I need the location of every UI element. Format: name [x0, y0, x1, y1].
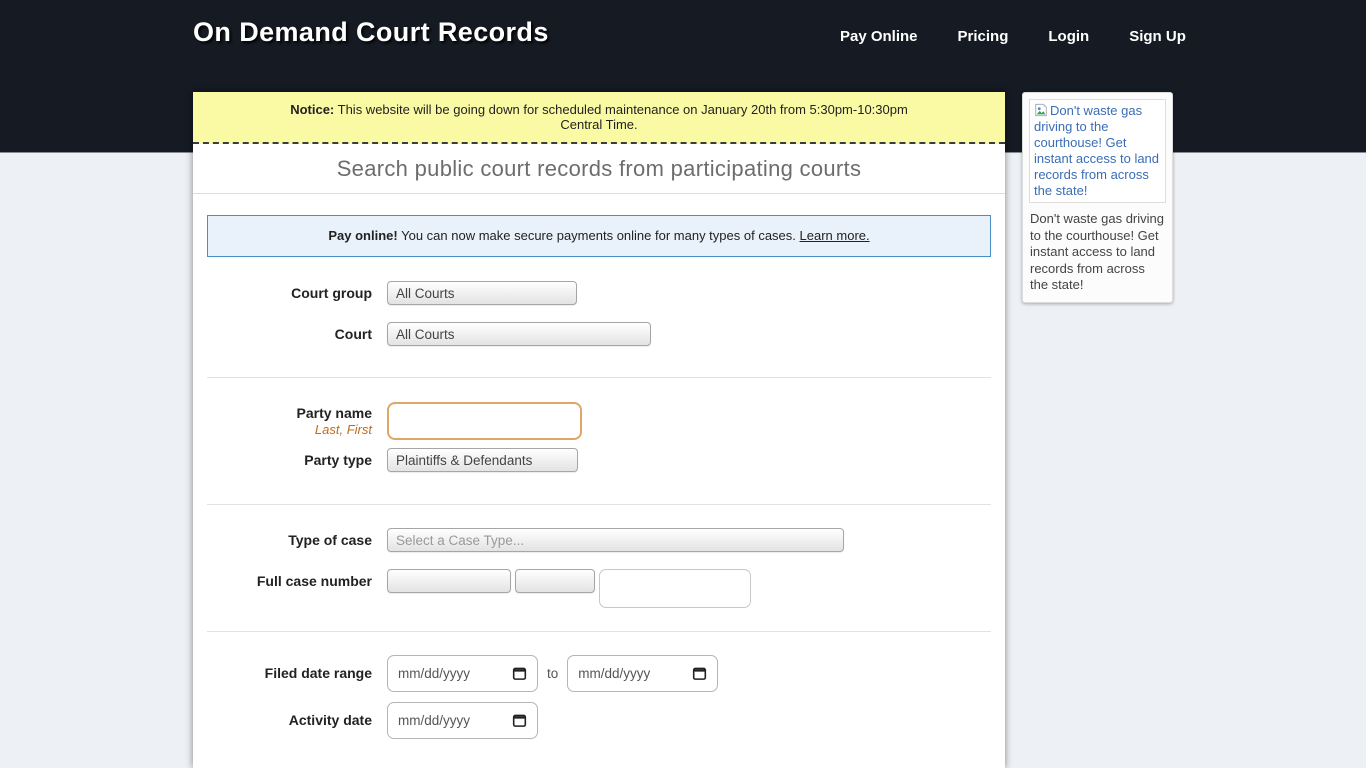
activity-date-input[interactable]: mm/dd/yyyy — [387, 702, 538, 739]
filed-date-to-input[interactable]: mm/dd/yyyy — [567, 655, 718, 692]
pay-online-text: You can now make secure payments online … — [401, 228, 796, 243]
form-row-full-case-number: Full case number — [207, 569, 991, 608]
case-number-part3-input[interactable] — [599, 569, 751, 608]
section-divider — [207, 631, 991, 632]
form-row-party-name: Party name Last, First — [207, 402, 991, 440]
filed-date-range-label: Filed date range — [207, 666, 372, 681]
calendar-icon[interactable] — [512, 713, 527, 728]
calendar-icon[interactable] — [692, 666, 707, 681]
form-row-type-of-case: Type of case Select a Case Type... — [207, 528, 991, 552]
case-number-part1-select[interactable] — [387, 569, 511, 593]
form-row-activity-date: Activity date mm/dd/yyyy — [207, 702, 991, 739]
court-group-label: Court group — [207, 281, 372, 305]
activity-date-label: Activity date — [207, 713, 372, 728]
page-title: Search public court records from partici… — [203, 156, 995, 182]
nav-sign-up[interactable]: Sign Up — [1129, 28, 1186, 45]
form-row-court-group: Court group All Courts — [207, 281, 991, 305]
pay-online-banner: Pay online! You can now make secure paym… — [207, 215, 991, 257]
case-number-part2-select[interactable] — [515, 569, 595, 593]
main-card: Notice: This website will be going down … — [193, 92, 1005, 768]
maintenance-notice: Notice: This website will be going down … — [193, 92, 1005, 144]
header-nav: Pay Online Pricing Login Sign Up — [840, 28, 1186, 45]
ad-caption: Don't waste gas driving to the courthous… — [1029, 211, 1166, 296]
party-type-label: Party type — [207, 448, 372, 472]
brand-title: On Demand Court Records — [193, 17, 549, 48]
court-label: Court — [207, 322, 372, 346]
form-row-party-type: Party type Plaintiffs & Defendants — [207, 448, 991, 472]
case-type-select[interactable]: Select a Case Type... — [387, 528, 844, 552]
pay-online-label: Pay online! — [328, 228, 397, 243]
full-case-number-label: Full case number — [207, 569, 372, 593]
section-divider — [207, 377, 991, 378]
calendar-icon[interactable] — [512, 666, 527, 681]
title-section: Search public court records from partici… — [193, 144, 1005, 194]
search-form: Pay online! You can now make secure paym… — [193, 215, 1005, 739]
party-type-select[interactable]: Plaintiffs & Defendants — [387, 448, 578, 472]
party-name-input[interactable] — [387, 402, 582, 440]
party-name-label: Party name Last, First — [207, 406, 372, 437]
party-name-hint: Last, First — [207, 422, 372, 437]
learn-more-link[interactable]: Learn more. — [800, 228, 870, 243]
nav-pricing[interactable]: Pricing — [958, 28, 1009, 45]
filed-date-from-input[interactable]: mm/dd/yyyy — [387, 655, 538, 692]
court-group-select[interactable]: All Courts — [387, 281, 577, 305]
type-of-case-label: Type of case — [207, 528, 372, 552]
date-range-separator: to — [547, 666, 558, 681]
section-divider — [207, 504, 991, 505]
maintenance-notice-text: Notice: This website will be going down … — [287, 102, 912, 132]
broken-image-icon — [1034, 103, 1048, 117]
sidebar-ad: Don't waste gas driving to the courthous… — [1022, 92, 1173, 303]
form-row-court: Court All Courts — [207, 322, 991, 346]
nav-pay-online[interactable]: Pay Online — [840, 28, 918, 45]
form-row-filed-date-range: Filed date range mm/dd/yyyy to mm/dd/yyy… — [207, 655, 991, 692]
court-select[interactable]: All Courts — [387, 322, 651, 346]
notice-label: Notice: — [290, 102, 334, 117]
nav-login[interactable]: Login — [1048, 28, 1089, 45]
ad-alt-text: Don't waste gas driving to the courthous… — [1034, 103, 1159, 198]
ad-broken-image-link[interactable]: Don't waste gas driving to the courthous… — [1029, 99, 1166, 203]
